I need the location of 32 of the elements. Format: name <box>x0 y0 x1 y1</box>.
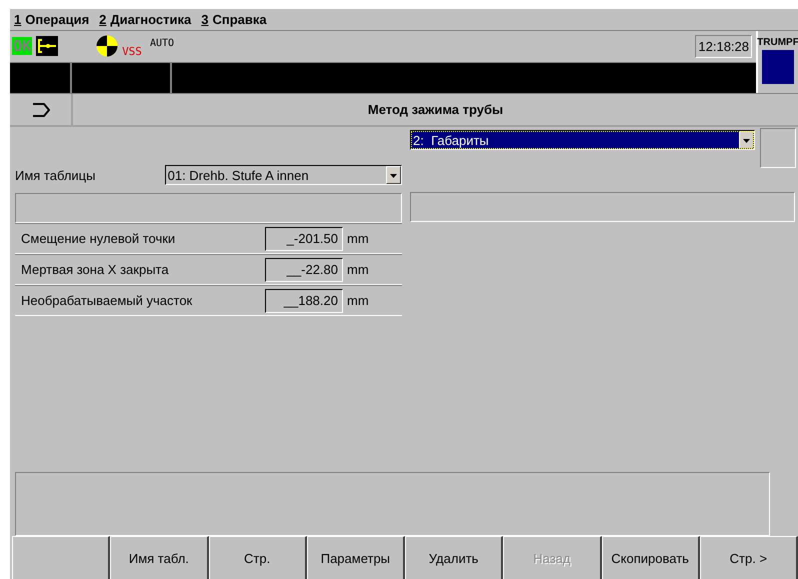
ok-indicator: OK <box>12 37 32 56</box>
mode-indicator: AUTO <box>150 38 174 49</box>
menu-item[interactable]: 2 Диагностика <box>99 12 192 27</box>
back-icon[interactable] <box>32 102 50 118</box>
softkey[interactable]: Стр. > <box>700 536 798 579</box>
parameter-label: Смещение нулевой точки <box>20 231 176 246</box>
parameter-label: Необрабатываемый участок <box>20 293 194 308</box>
logo-block <box>762 50 794 84</box>
unit-label: mm <box>346 293 370 308</box>
field-label: Имя таблицы <box>15 168 96 182</box>
connector-icon <box>36 36 58 56</box>
unit-label: mm <box>346 262 370 277</box>
view-dropdown[interactable]: 2: Габариты <box>410 130 755 150</box>
menu-item[interactable]: 3 Справка <box>201 12 267 27</box>
softkey[interactable]: Удалить <box>405 536 504 579</box>
unit-label: mm <box>346 231 370 246</box>
softkey[interactable]: Скопировать <box>602 536 700 579</box>
softkey[interactable]: Имя табл. <box>110 536 208 579</box>
clock: 12:18:28 <box>695 34 752 58</box>
blank-softkey[interactable] <box>12 536 110 579</box>
value-field[interactable]: __-22.80 <box>265 258 343 282</box>
target-icon <box>96 35 118 58</box>
value-field[interactable]: __188.20 <box>265 288 343 312</box>
brand-label: TRUMPF <box>757 37 798 48</box>
page-title: Метод зажима трубы <box>368 102 504 117</box>
value-field[interactable]: _-201.50 <box>265 226 343 250</box>
softkey[interactable]: Стр. <box>208 536 307 579</box>
menu-item[interactable]: 1 Операция <box>14 12 90 27</box>
table-name-dropdown[interactable]: 01: Drehb. Stufe A innen <box>164 165 402 185</box>
vss-indicator: VSS <box>122 44 142 58</box>
parameter-label: Мертвая зона X закрыта <box>20 262 170 277</box>
softkey[interactable]: Параметры <box>306 536 405 579</box>
